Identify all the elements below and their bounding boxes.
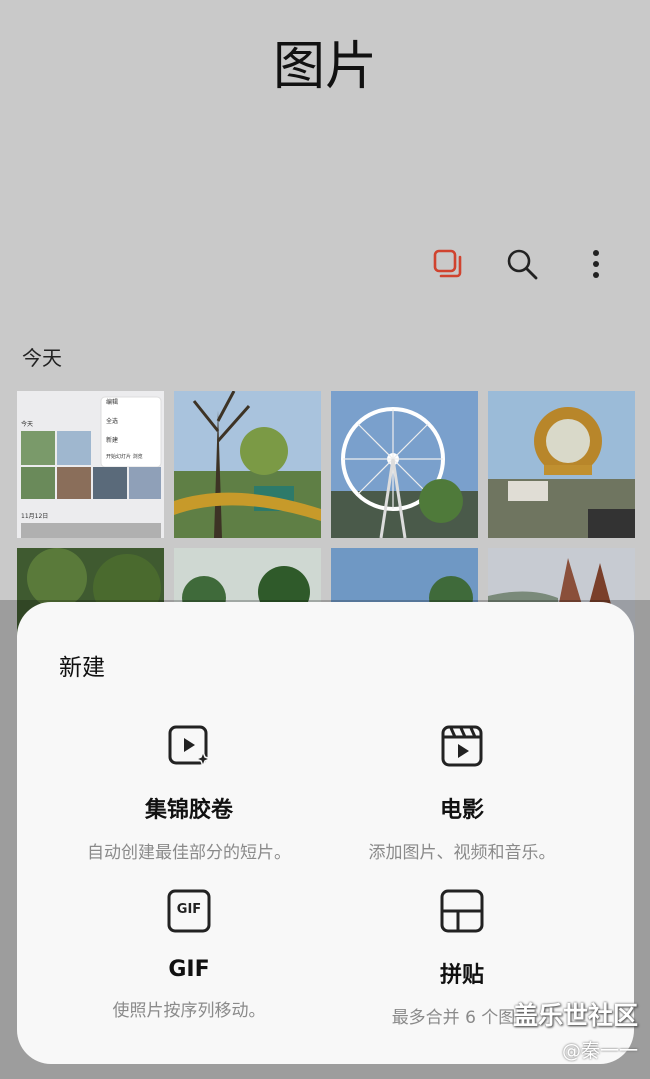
- section-label-today: 今天: [22, 346, 62, 370]
- option-desc: 添加图片、视频和音乐。: [368, 843, 556, 863]
- thumb-header: 今天: [21, 421, 34, 428]
- thumb-date: 11月12日: [21, 513, 49, 520]
- search-icon: [507, 249, 538, 280]
- highlight-reel-icon: [168, 725, 213, 769]
- more-options-button[interactable]: [576, 244, 616, 284]
- option-label: 拼贴: [439, 963, 484, 988]
- select-album-button[interactable]: [428, 244, 468, 284]
- option-label: 电影: [439, 798, 484, 823]
- option-movie[interactable]: 电影 添加图片、视频和音乐。: [312, 722, 612, 863]
- option-highlight-reel[interactable]: 集锦胶卷 自动创建最佳部分的短片。: [39, 722, 339, 863]
- watermark: 盖乐世社区: [512, 1001, 638, 1030]
- collage-icon: [440, 889, 484, 933]
- photo-thumb-park-tree[interactable]: [174, 391, 321, 538]
- create-new-sheet: 新建 集锦胶卷 自动创建最佳部分的短片。 电影 添加图片、视频和音乐。 GIF …: [17, 602, 634, 1064]
- more-options-icon: [593, 250, 599, 278]
- search-button[interactable]: [502, 244, 542, 284]
- sheet-title: 新建: [59, 655, 105, 681]
- select-album-icon: [433, 249, 462, 278]
- thumb-menu-item-select-all: 全选: [106, 418, 119, 425]
- option-desc: 自动创建最佳部分的短片。: [87, 843, 291, 863]
- option-label: GIF: [168, 957, 210, 982]
- thumb-menu-item-new: 新建: [106, 437, 119, 444]
- watermark-author: @秦一一: [561, 1040, 638, 1062]
- toolbar: [428, 244, 616, 284]
- photo-thumb-screenshot[interactable]: 编辑 全选 新建 开始幻灯片 浏览 今天 11月12日: [17, 391, 164, 538]
- gif-icon: GIF: [165, 887, 213, 935]
- photo-thumb-landmark[interactable]: [488, 391, 635, 538]
- photo-thumb-ferris-wheel[interactable]: [331, 391, 478, 538]
- page-title: 图片: [272, 37, 377, 97]
- gif-icon-text: GIF: [176, 902, 202, 917]
- movie-icon: [441, 725, 483, 767]
- option-desc: 使照片按序列移动。: [112, 1001, 266, 1021]
- option-gif[interactable]: GIF GIF 使照片按序列移动。: [39, 887, 339, 1021]
- thumb-menu-item-edit: 编辑: [106, 399, 119, 406]
- thumb-menu-item-slideshow: 开始幻灯片 浏览: [106, 454, 143, 460]
- option-label: 集锦胶卷: [144, 798, 233, 823]
